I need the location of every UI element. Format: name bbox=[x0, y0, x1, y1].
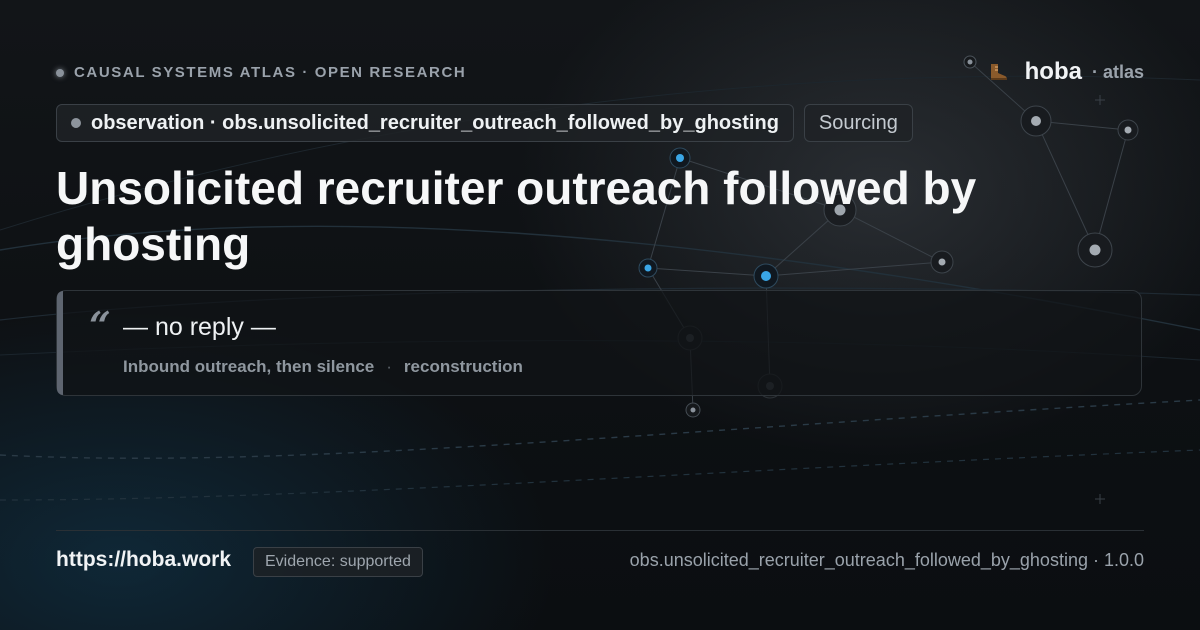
chip-dot-icon bbox=[71, 118, 81, 128]
version-line: obs.unsolicited_recruiter_outreach_follo… bbox=[629, 550, 1144, 570]
kicker-dot-icon bbox=[56, 68, 64, 77]
quote-mark-icon: “ bbox=[89, 303, 111, 348]
chip-row: observation · obs.unsolicited_recruiter_… bbox=[56, 104, 913, 142]
stage-chip: Sourcing bbox=[803, 104, 913, 142]
evidence-badge: Evidence: supported bbox=[253, 547, 423, 577]
footer-divider bbox=[56, 530, 1144, 531]
boot-icon bbox=[990, 64, 1007, 80]
quote-separator: · bbox=[386, 357, 392, 376]
observation-id-chip: observation · obs.unsolicited_recruiter_… bbox=[56, 104, 794, 142]
observation-id-label: observation · obs.unsolicited_recruiter_… bbox=[91, 111, 779, 134]
quote-text: — no reply — bbox=[123, 313, 276, 341]
kicker-text: CAUSAL SYSTEMS ATLAS · OPEN RESEARCH bbox=[74, 64, 467, 81]
brand-name: hoba bbox=[1024, 58, 1082, 85]
quote-meta: Inbound outreach, then silence · reconst… bbox=[123, 357, 523, 377]
page-title: Unsolicited recruiter outreach followed … bbox=[56, 162, 977, 270]
quote-caption: Inbound outreach, then silence bbox=[123, 357, 375, 376]
quote-card: “ — no reply — Inbound outreach, then si… bbox=[56, 290, 1142, 396]
kicker: CAUSAL SYSTEMS ATLAS · OPEN RESEARCH bbox=[56, 64, 466, 81]
quote-source: reconstruction bbox=[403, 357, 523, 376]
brand[interactable]: hoba · atlas bbox=[987, 58, 1144, 86]
brand-sub: · atlas bbox=[1091, 61, 1144, 82]
quote-accent-bar bbox=[57, 291, 63, 395]
footer-url-link[interactable]: https://hoba.work bbox=[56, 548, 231, 572]
